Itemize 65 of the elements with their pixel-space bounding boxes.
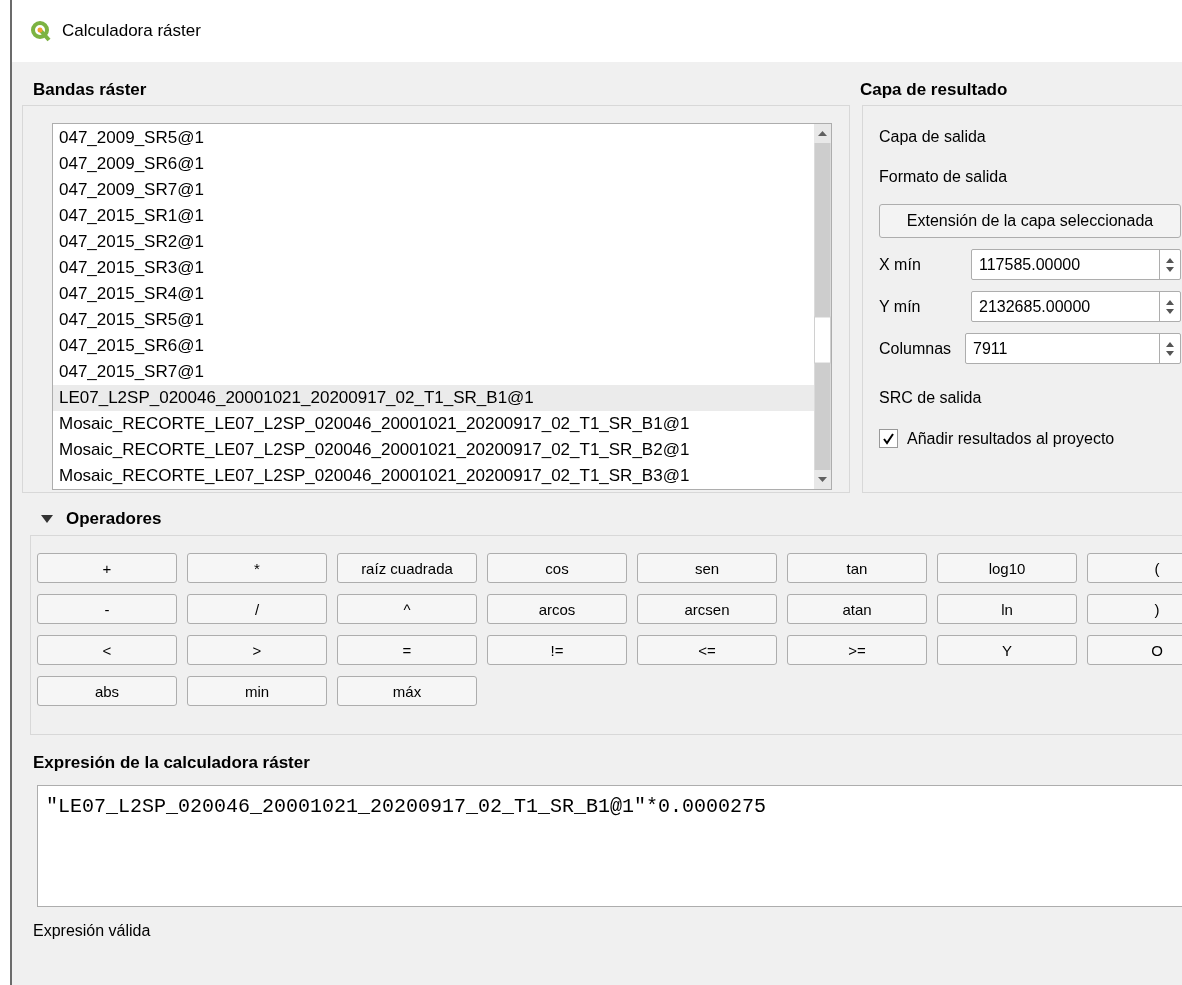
spin-arrows-icon[interactable] [1165,298,1175,315]
operator-button[interactable]: máx [337,676,477,706]
operator-button[interactable]: >= [787,635,927,665]
checkbox[interactable] [879,429,898,448]
band-list-item[interactable]: Mosaic_RECORTE_LE07_L2SP_020046_20001021_20200917_02_T1_SR_B1@1 [53,411,814,437]
operator-button[interactable]: min [187,676,327,706]
operator-button[interactable]: abs [37,676,177,706]
operator-button[interactable]: ^ [337,594,477,624]
scrollbar[interactable] [814,124,831,489]
operator-button[interactable]: tan [787,553,927,583]
band-list-item[interactable]: 047_2009_SR6@1 [53,151,814,177]
operator-button[interactable]: = [337,635,477,665]
band-list-item[interactable]: 047_2015_SR2@1 [53,229,814,255]
operator-button[interactable]: raíz cuadrada [337,553,477,583]
operator-button[interactable]: cos [487,553,627,583]
extent-button[interactable]: Extensión de la capa seleccionada [879,204,1181,238]
operator-button[interactable]: Y [937,635,1077,665]
band-list-item[interactable]: 047_2015_SR1@1 [53,203,814,229]
band-list-item[interactable]: 047_2015_SR6@1 [53,333,814,359]
spin-arrows-icon[interactable] [1165,256,1175,273]
operator-button[interactable]: * [187,553,327,583]
operator-button[interactable]: sen [637,553,777,583]
expression-field[interactable]: "LE07_L2SP_020046_20001021_20200917_02_T1_SR_B1@1"*0.0000275 [37,785,1182,907]
operator-button[interactable]: log10 [937,553,1077,583]
field-label: SRC de salida [879,389,982,407]
spin-field[interactable]: 7911 [965,333,1181,364]
band-list-item[interactable]: 047_2009_SR7@1 [53,177,814,203]
field-label: Columnas [879,339,953,358]
operator-button[interactable]: atan [787,594,927,624]
field-label: Y mín [879,297,922,316]
spin-field[interactable]: 2132685.00000 [971,291,1181,322]
band-list-item[interactable]: Mosaic_RECORTE_LE07_L2SP_020046_20001021_20200917_02_T1_SR_B3@1 [53,463,814,489]
operator-button[interactable]: ln [937,594,1077,624]
operator-button[interactable]: arcsen [637,594,777,624]
operator-button[interactable]: != [487,635,627,665]
operator-button[interactable]: arcos [487,594,627,624]
operator-button[interactable]: ) [1087,594,1182,624]
spin-field[interactable]: 117585.00000 [971,249,1181,280]
section-heading: Bandas ráster [33,80,148,100]
section-heading: Expresión de la calculadora ráster [33,753,311,773]
section-heading: Capa de resultado [860,80,1009,100]
operator-button[interactable]: - [37,594,177,624]
operator-button[interactable]: > [187,635,327,665]
field-label: Capa de salida [879,128,986,146]
checkbox-label: Añadir resultados al proyecto [907,429,1115,448]
band-list-item[interactable]: 047_2015_SR3@1 [53,255,814,281]
band-list-item[interactable]: 047_2009_SR5@1 [53,125,814,151]
field-label: X mín [879,255,922,274]
band-list-item[interactable]: 047_2015_SR7@1 [53,359,814,385]
operator-button[interactable]: + [37,553,177,583]
operator-button[interactable]: O [1087,635,1182,665]
band-list-item[interactable]: 047_2015_SR5@1 [53,307,814,333]
operator-button[interactable]: / [187,594,327,624]
spin-arrows-icon[interactable] [1165,340,1175,357]
band-list-item[interactable]: 047_2015_SR4@1 [53,281,814,307]
section-heading: Operadores [66,509,162,529]
operator-button[interactable]: < [37,635,177,665]
app-logo-icon [30,20,52,42]
operator-button[interactable]: <= [637,635,777,665]
window-title: Calculadora ráster [62,21,201,41]
field-label: Formato de salida [879,168,1008,186]
band-list-item[interactable]: LE07_L2SP_020046_20001021_20200917_02_T1_SR_B1@1 [53,385,814,411]
status-text: Expresión válida [33,922,151,939]
band-list-item[interactable]: Mosaic_RECORTE_LE07_L2SP_020046_20001021_20200917_02_T1_SR_B2@1 [53,437,814,463]
operator-button[interactable]: ( [1087,553,1182,583]
